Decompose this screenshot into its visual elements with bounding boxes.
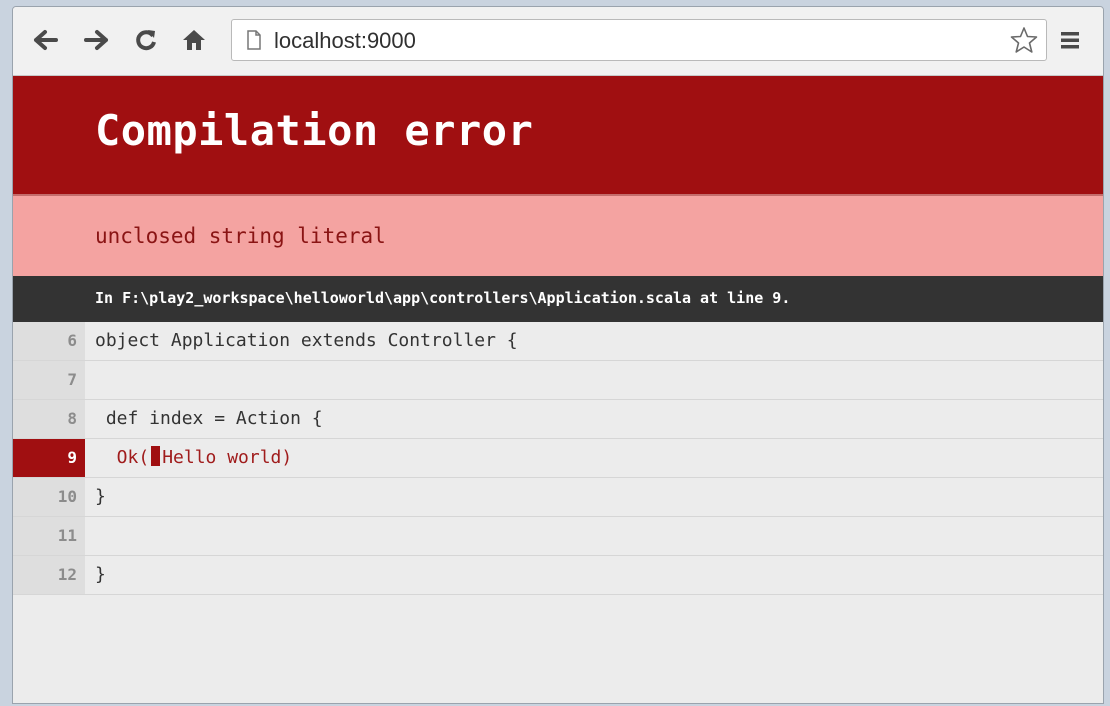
line-number: 6: [13, 322, 85, 360]
browser-toolbar: localhost:9000: [13, 7, 1103, 76]
error-line-code: Ok( Hello world): [95, 439, 292, 477]
code-after-error: Hello world): [162, 447, 293, 468]
line-code: def index = Action {: [95, 408, 323, 429]
reload-icon[interactable]: [131, 25, 161, 55]
code-line: 8 def index = Action {: [13, 400, 1103, 439]
error-line-number: 9: [13, 439, 85, 477]
line-code: }: [95, 486, 106, 507]
back-arrow-icon[interactable]: [31, 25, 61, 55]
forward-arrow-icon[interactable]: [81, 25, 111, 55]
code-listing: 6 object Application extends Controller …: [13, 322, 1103, 595]
home-icon[interactable]: [179, 25, 209, 55]
page-icon: [246, 30, 262, 54]
error-message-bar: unclosed string literal: [13, 194, 1103, 276]
line-number: 12: [13, 556, 85, 594]
error-position-marker: [151, 446, 161, 466]
error-header: Compilation error: [13, 76, 1103, 194]
code-line: 7: [13, 361, 1103, 400]
line-code: object Application extends Controller {: [95, 330, 518, 351]
code-line: 11: [13, 517, 1103, 556]
code-before-error: Ok(: [95, 447, 150, 468]
error-location-bar: In F:\play2_workspace\helloworld\app\con…: [13, 276, 1103, 322]
error-title: Compilation error: [95, 106, 534, 155]
code-line: 10 }: [13, 478, 1103, 517]
code-line: 6 object Application extends Controller …: [13, 322, 1103, 361]
error-message: unclosed string literal: [95, 224, 386, 248]
star-icon[interactable]: [1010, 26, 1038, 58]
line-number: 8: [13, 400, 85, 438]
url-text[interactable]: localhost:9000: [274, 28, 416, 54]
line-number: 11: [13, 517, 85, 555]
address-bar[interactable]: localhost:9000: [231, 19, 1047, 61]
line-number: 10: [13, 478, 85, 516]
line-number: 7: [13, 361, 85, 399]
page-content: Compilation error unclosed string litera…: [13, 76, 1103, 703]
browser-window: localhost:9000 Compilation error unclose…: [12, 6, 1104, 704]
error-location: In F:\play2_workspace\helloworld\app\con…: [95, 289, 791, 307]
error-code-line: 9 Ok( Hello world): [13, 439, 1103, 478]
code-line: 12 }: [13, 556, 1103, 595]
menu-icon[interactable]: [1055, 25, 1085, 55]
line-code: }: [95, 564, 106, 585]
